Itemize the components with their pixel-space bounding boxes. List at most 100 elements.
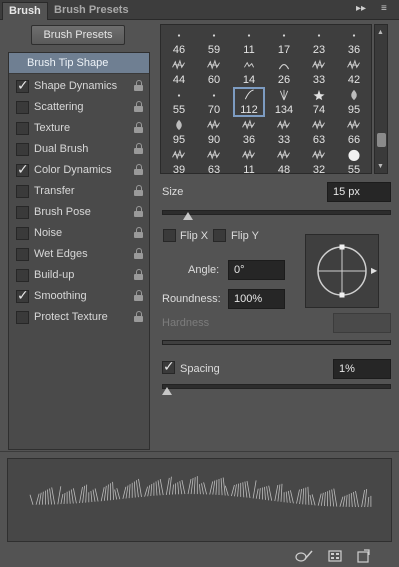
brush-tip-cell[interactable]: 42 [338, 57, 370, 87]
brush-option-checkbox[interactable] [16, 101, 29, 114]
brush-tip-cell[interactable]: 60 [198, 57, 230, 87]
brush-tip-cell[interactable]: 14 [233, 57, 265, 87]
angle-field[interactable]: 0° [228, 260, 285, 280]
brush-option-row[interactable]: Color Dynamics [9, 160, 149, 181]
brush-tip-cell[interactable]: 26 [268, 57, 300, 87]
brush-tip-shape-label: Brush Tip Shape [27, 57, 109, 69]
spacing-checkbox[interactable] [162, 358, 175, 375]
brush-option-checkbox[interactable] [16, 248, 29, 261]
angle-roundness-widget[interactable]: ▶ [305, 234, 379, 308]
brush-option-checkbox[interactable] [16, 77, 29, 94]
tab-brush-presets[interactable]: Brush Presets [48, 2, 135, 20]
size-slider-track[interactable] [162, 210, 391, 215]
panel-menu-icon[interactable]: ≡ [381, 3, 387, 14]
brush-tip-cell[interactable]: 74 [303, 87, 335, 117]
hardness-field[interactable] [333, 313, 391, 333]
brush-option-checkbox[interactable] [16, 185, 29, 198]
brush-tip-cell[interactable]: 112 [233, 87, 265, 117]
brush-option-checkbox[interactable] [16, 143, 29, 156]
brush-option-row[interactable]: Scattering [9, 97, 149, 118]
size-field[interactable]: 15 px [327, 182, 391, 202]
lock-icon[interactable] [134, 101, 144, 113]
brush-option-checkbox[interactable] [16, 311, 29, 324]
brush-tip-cell[interactable]: 39 [163, 147, 195, 174]
size-slider-thumb[interactable] [182, 212, 193, 220]
tab-brush[interactable]: Brush [2, 2, 48, 20]
brush-tip-cell[interactable]: 95 [163, 117, 195, 147]
brush-tip-cell[interactable]: 48 [268, 147, 300, 173]
brush-tip-cell[interactable]: 95 [338, 87, 370, 117]
brush-tip-size: 44 [172, 74, 186, 86]
brush-tip-cell[interactable]: 44 [163, 57, 195, 87]
roundness-field[interactable]: 100% [228, 289, 285, 309]
lock-icon[interactable] [134, 290, 144, 302]
brush-option-checkbox[interactable] [16, 161, 29, 178]
brush-option-row[interactable]: Noise [9, 223, 149, 244]
create-new-brush-icon[interactable] [356, 549, 370, 563]
brush-presets-button[interactable]: Brush Presets [31, 25, 125, 45]
brush-tip-cell[interactable]: 23 [303, 27, 335, 57]
scroll-down-icon[interactable]: ▼ [377, 163, 384, 170]
lock-icon[interactable] [134, 248, 144, 260]
brush-tip-cell[interactable]: 134 [268, 87, 300, 117]
brush-option-checkbox[interactable] [16, 122, 29, 135]
scroll-up-icon[interactable]: ▲ [377, 29, 384, 36]
brush-option-checkbox[interactable] [16, 287, 29, 304]
open-preset-manager-icon[interactable] [328, 549, 342, 563]
roundness-label: Roundness: [162, 293, 221, 305]
brush-option-checkbox[interactable] [16, 269, 29, 282]
lock-icon[interactable] [134, 164, 144, 176]
brush-tip-cell[interactable]: 36 [233, 117, 265, 147]
brush-option-row[interactable]: Shape Dynamics [9, 76, 149, 97]
brush-option-row[interactable]: Smoothing [9, 286, 149, 307]
brush-tip-cell[interactable]: 63 [198, 147, 230, 173]
flip-y-checkbox[interactable] [213, 229, 226, 242]
brush-option-row[interactable]: Transfer [9, 181, 149, 202]
spacing-slider-thumb[interactable] [162, 387, 172, 395]
flip-x-checkbox[interactable] [163, 229, 176, 242]
brush-option-row[interactable]: Build-up [9, 265, 149, 286]
collapse-icon[interactable]: ▸▸ [356, 3, 366, 14]
brush-tip-grid[interactable]: 46 59 11 17 23 36 44 60 14 26 33 42 55 70 112 134 74 95 95… [160, 24, 372, 174]
brush-tip-cell[interactable]: 36 [338, 27, 370, 57]
lock-icon[interactable] [134, 185, 144, 197]
brush-option-row[interactable]: Dual Brush [9, 139, 149, 160]
brush-tip-cell[interactable]: 11 [233, 147, 265, 173]
lock-icon[interactable] [134, 143, 144, 155]
brush-tip-cell[interactable]: 55 [338, 147, 370, 173]
brush-tip-cell[interactable]: 90 [198, 117, 230, 147]
brush-tip-cell[interactable]: 46 [163, 27, 195, 57]
brush-option-row[interactable]: Brush Pose [9, 202, 149, 223]
brush-option-label: Texture [34, 122, 71, 134]
brush-tip-cell[interactable]: 11 [233, 27, 265, 57]
brush-tip-cell[interactable]: 55 [163, 87, 195, 117]
lock-icon[interactable] [134, 206, 144, 218]
lock-icon[interactable] [134, 269, 144, 281]
brush-tip-cell[interactable]: 63 [303, 117, 335, 147]
spacing-field[interactable]: 1% [333, 359, 391, 379]
spacing-slider-track[interactable] [162, 384, 391, 389]
brush-tip-cell[interactable]: 33 [303, 57, 335, 87]
lock-icon[interactable] [134, 80, 144, 92]
brush-tip-size: 39 [172, 164, 186, 174]
brush-option-checkbox[interactable] [16, 206, 29, 219]
scrollbar-thumb[interactable] [377, 133, 386, 147]
brush-tip-shape-item[interactable]: Brush Tip Shape [9, 53, 149, 74]
brush-option-row[interactable]: Wet Edges [9, 244, 149, 265]
lock-icon[interactable] [134, 122, 144, 134]
brush-tip-cell[interactable]: 32 [303, 147, 335, 173]
brush-tip-cell[interactable]: 70 [198, 87, 230, 117]
brush-tip-cell[interactable]: 33 [268, 117, 300, 147]
angle-arrow-icon[interactable]: ▶ [371, 266, 377, 275]
brush-option-row[interactable]: Texture [9, 118, 149, 139]
hardness-slider-track[interactable] [162, 340, 391, 345]
brush-tip-cell[interactable]: 17 [268, 27, 300, 57]
brush-tip-cell[interactable]: 66 [338, 117, 370, 147]
brush-grid-scrollbar[interactable]: ▲ ▼ [374, 24, 388, 174]
lock-icon[interactable] [134, 227, 144, 239]
brush-option-checkbox[interactable] [16, 227, 29, 240]
brush-tip-cell[interactable]: 59 [198, 27, 230, 57]
brush-option-row[interactable]: Protect Texture [9, 307, 149, 328]
toggle-live-tip-icon[interactable] [294, 549, 314, 563]
lock-icon[interactable] [134, 311, 144, 323]
